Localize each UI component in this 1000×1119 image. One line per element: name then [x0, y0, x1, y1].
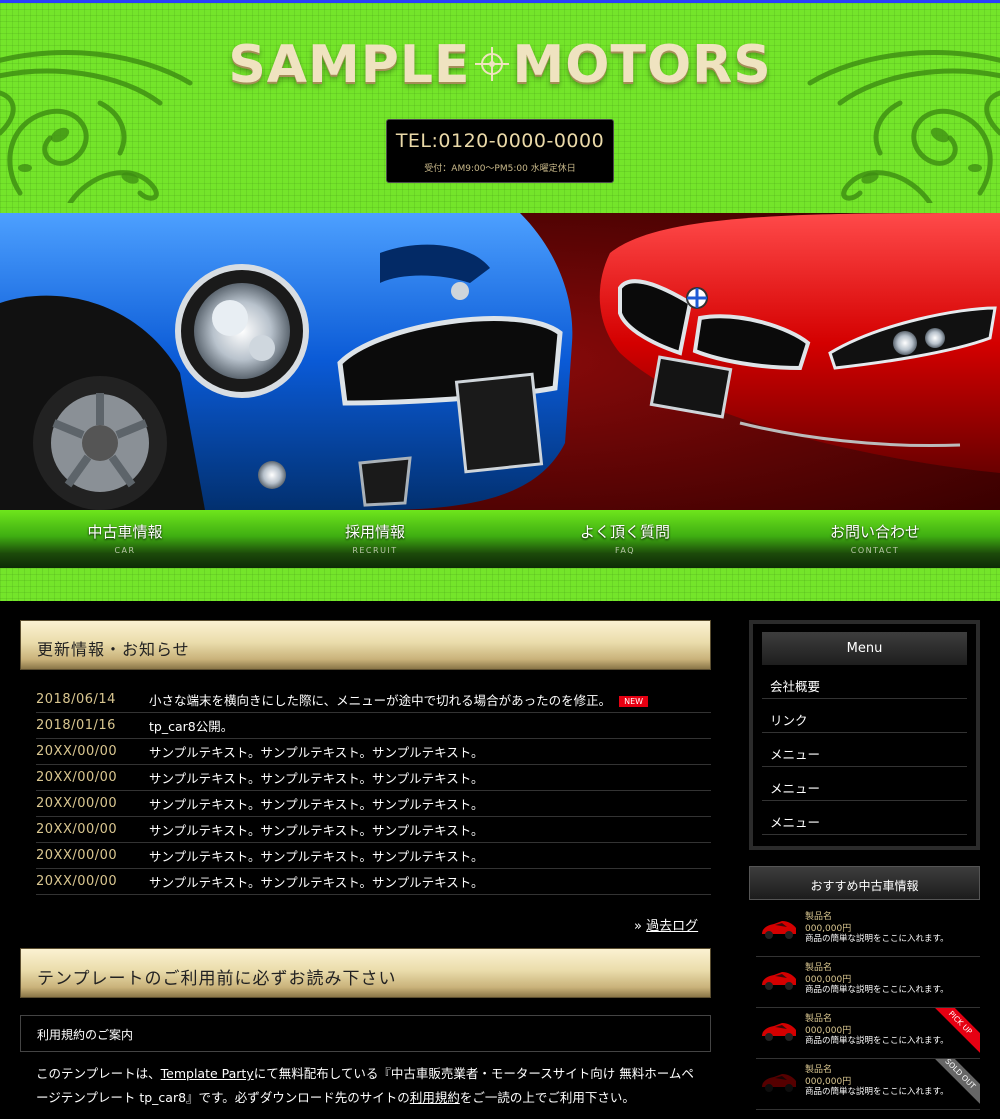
nav-item-contact[interactable]: お問い合わせ CONTACT	[750, 510, 1000, 568]
news-text: サンプルテキスト。サンプルテキスト。サンプルテキスト。	[149, 875, 484, 890]
product-desc: 商品の簡単な説明をここに入れます。	[805, 1036, 949, 1046]
nav-item-faq[interactable]: よく頂く質問 FAQ	[500, 510, 750, 568]
recommended-item[interactable]: 製品名 000,000円 商品の簡単な説明をここに入れます。 PICK UP	[756, 1008, 980, 1059]
sidebar-item-menu[interactable]: メニュー	[762, 733, 967, 767]
logo-text-left: SAMPLE	[228, 35, 471, 95]
news-date: 20XX/00/00	[36, 770, 118, 785]
recommended-item[interactable]: 製品名 000,000円 商品の簡単な説明をここに入れます。 SOLD OUT	[756, 1059, 980, 1110]
nav-band	[0, 568, 1000, 601]
sidebar-item-menu[interactable]: メニュー	[762, 767, 967, 801]
terms-subheading: 利用規約のご案内	[20, 1015, 711, 1052]
product-desc: 商品の簡単な説明をここに入れます。	[805, 985, 949, 995]
nav-sublabel: CONTACT	[850, 546, 900, 555]
news-text: サンプルテキスト。サンプルテキスト。サンプルテキスト。	[149, 745, 484, 760]
nav-sublabel: FAQ	[615, 546, 635, 555]
hero-image	[0, 213, 1000, 510]
terms-link[interactable]: 利用規約	[410, 1090, 460, 1105]
nav-sublabel: CAR	[114, 546, 136, 555]
terms-text-1: このテンプレートは、	[36, 1066, 161, 1081]
nav-item-car[interactable]: 中古車情報 CAR	[0, 510, 250, 568]
business-hours: 受付：AM9:00〜PM5:00 水曜定休日	[424, 164, 576, 174]
news-text: サンプルテキスト。サンプルテキスト。サンプルテキスト。	[149, 823, 484, 838]
car-thumbnail-icon	[762, 921, 796, 939]
news-row: 20XX/00/00 サンプルテキスト。サンプルテキスト。サンプルテキスト。	[36, 817, 711, 843]
nav-label: お問い合わせ	[829, 523, 920, 541]
news-date: 20XX/00/00	[36, 744, 118, 759]
archive-arrow: »	[634, 919, 642, 934]
news-date: 2018/06/14	[36, 692, 116, 707]
tel-box: TEL:0120-0000-0000 受付：AM9:00〜PM5:00 水曜定休…	[386, 119, 614, 183]
sidebar-item-menu[interactable]: メニュー	[762, 801, 967, 835]
tel-number[interactable]: TEL:0120-0000-0000	[387, 130, 613, 152]
news-row: 20XX/00/00 サンプルテキスト。サンプルテキスト。サンプルテキスト。	[36, 791, 711, 817]
news-text: 小さな端末を横向きにした際に、メニューが途中で切れる場合があったのを修正。 NEW	[149, 690, 649, 709]
news-row: 20XX/00/00 サンプルテキスト。サンプルテキスト。サンプルテキスト。	[36, 739, 711, 765]
car-thumbnail-icon	[762, 1074, 796, 1092]
sidebar-item-company[interactable]: 会社概要	[762, 665, 967, 699]
site-logo[interactable]: SAMPLE MOTORS	[0, 35, 1000, 95]
news-heading: 更新情報・お知らせ	[20, 620, 711, 670]
news-date: 20XX/00/00	[36, 848, 118, 863]
news-row: 20XX/00/00 サンプルテキスト。サンプルテキスト。サンプルテキスト。	[36, 843, 711, 869]
sidebar-menu-title: Menu	[762, 632, 967, 665]
recommended-title: おすすめ中古車情報	[749, 866, 980, 900]
recommended-item[interactable]: 製品名 000,000円 商品の簡単な説明をここに入れます。	[756, 957, 980, 1008]
news-text: tp_car8公開。	[149, 719, 234, 734]
nav-label: よく頂く質問	[579, 523, 670, 541]
news-row: 20XX/00/00 サンプルテキスト。サンプルテキスト。サンプルテキスト。	[36, 765, 711, 791]
terms-paragraph: このテンプレートは、Template Partyにて無料配布している『中古車販売…	[36, 1062, 706, 1110]
news-date: 20XX/00/00	[36, 874, 118, 889]
nav-sublabel: RECRUIT	[352, 546, 398, 555]
recommended-list: 製品名 000,000円 商品の簡単な説明をここに入れます。 製品名 000,0…	[756, 906, 980, 1110]
news-row: 2018/06/14 小さな端末を横向きにした際に、メニューが途中で切れる場合が…	[36, 687, 711, 713]
new-badge: NEW	[619, 696, 649, 707]
news-list: 2018/06/14 小さな端末を横向きにした際に、メニューが途中で切れる場合が…	[36, 687, 711, 895]
global-nav: 中古車情報 CAR 採用情報 RECRUIT よく頂く質問 FAQ お問い合わせ…	[0, 510, 1000, 568]
news-text: サンプルテキスト。サンプルテキスト。サンプルテキスト。	[149, 849, 484, 864]
news-date: 20XX/00/00	[36, 822, 118, 837]
nav-item-recruit[interactable]: 採用情報 RECRUIT	[250, 510, 500, 568]
crosshair-icon	[474, 47, 509, 81]
news-text: サンプルテキスト。サンプルテキスト。サンプルテキスト。	[149, 797, 484, 812]
terms-text-3: をご一読の上でご利用下さい。	[459, 1090, 635, 1105]
car-thumbnail-icon	[762, 972, 796, 990]
sidebar-item-links[interactable]: リンク	[762, 699, 967, 733]
logo-text-right: MOTORS	[512, 35, 772, 95]
product-desc: 商品の簡単な説明をここに入れます。	[805, 1087, 949, 1097]
archive-link-row: » 過去ログ	[634, 915, 698, 934]
news-date: 2018/01/16	[36, 718, 116, 733]
notice-heading: テンプレートのご利用前に必ずお読み下さい	[20, 948, 711, 998]
nav-label: 採用情報	[344, 523, 405, 541]
archive-link[interactable]: 過去ログ	[646, 919, 698, 934]
nav-label: 中古車情報	[87, 523, 163, 541]
news-row: 2018/01/16 tp_car8公開。	[36, 713, 711, 739]
news-text-body: 小さな端末を横向きにした際に、メニューが途中で切れる場合があったのを修正。	[149, 693, 612, 708]
news-date: 20XX/00/00	[36, 796, 118, 811]
news-row: 20XX/00/00 サンプルテキスト。サンプルテキスト。サンプルテキスト。	[36, 869, 711, 895]
product-desc: 商品の簡単な説明をここに入れます。	[805, 934, 949, 944]
news-text: サンプルテキスト。サンプルテキスト。サンプルテキスト。	[149, 771, 484, 786]
template-party-link[interactable]: Template Party	[161, 1066, 254, 1081]
car-thumbnail-icon	[762, 1023, 796, 1041]
site-header: SAMPLE MOTORS TEL:0120-0000-0000 受付：AM9:…	[0, 0, 1000, 213]
sidebar-menu: Menu 会社概要 リンク メニュー メニュー メニュー	[749, 620, 980, 850]
recommended-item[interactable]: 製品名 000,000円 商品の簡単な説明をここに入れます。	[756, 906, 980, 957]
